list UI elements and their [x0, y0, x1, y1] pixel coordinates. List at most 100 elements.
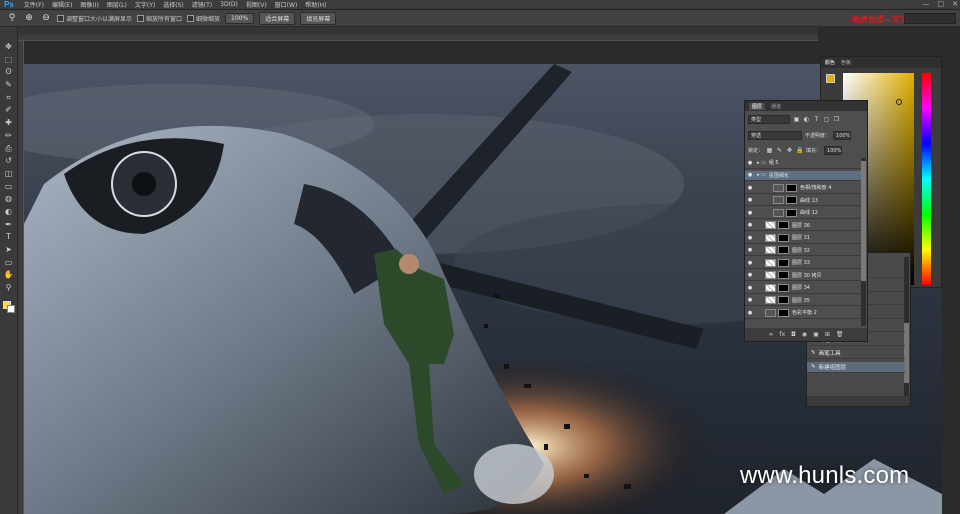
- scrubby-zoom-checkbox[interactable]: [187, 14, 195, 22]
- layer-row[interactable]: ● 图层 30 拷贝: [745, 271, 863, 281]
- hand-icon[interactable]: ✋: [2, 269, 16, 281]
- layer-row[interactable]: ● 色相/饱和度 4: [745, 183, 863, 194]
- layer-row[interactable]: ● 图层 31: [745, 233, 863, 244]
- close-button[interactable]: ✕: [952, 0, 958, 8]
- tab-channels[interactable]: 通道: [771, 103, 781, 110]
- visibility-eye-icon[interactable]: ●: [745, 247, 755, 253]
- visibility-eye-icon[interactable]: ●: [745, 222, 755, 228]
- color-picker-marker[interactable]: [896, 99, 902, 105]
- background-color-swatch[interactable]: [6, 304, 15, 313]
- menu-layer[interactable]: 图层(L): [103, 0, 131, 9]
- lock-position-icon[interactable]: ✥: [786, 147, 793, 154]
- layer-mask-thumbnail[interactable]: [786, 208, 797, 217]
- menu-filter[interactable]: 滤镜(T): [188, 0, 216, 9]
- visibility-eye-icon[interactable]: ●: [745, 235, 755, 241]
- path-select-icon[interactable]: ➤: [2, 244, 16, 256]
- layer-mask-thumbnail[interactable]: [778, 258, 789, 267]
- new-layer-icon[interactable]: ⊞: [825, 331, 830, 338]
- layer-row[interactable]: ● 图层 33: [745, 258, 863, 269]
- visibility-eye-icon[interactable]: ●: [745, 285, 755, 291]
- layer-row[interactable]: ● 曲线 12: [745, 208, 863, 219]
- gradient-icon[interactable]: ▭: [2, 181, 16, 193]
- blur-icon[interactable]: ◍: [2, 193, 16, 205]
- hue-slider[interactable]: [922, 73, 931, 285]
- minimize-button[interactable]: —: [923, 0, 930, 8]
- new-group-icon[interactable]: ▣: [813, 331, 819, 338]
- layer-row[interactable]: ● ▸ ▭ 组 5: [745, 158, 863, 169]
- layer-row[interactable]: ● 色彩平衡 2: [745, 308, 863, 319]
- workspace-select[interactable]: [904, 13, 956, 24]
- pen-icon[interactable]: ✒: [2, 219, 16, 231]
- folder-icon[interactable]: ▸ ▭: [757, 172, 766, 178]
- zoom-tool-icon[interactable]: ⚲: [6, 12, 18, 24]
- history-brush-icon[interactable]: ↺: [2, 155, 16, 167]
- maximize-button[interactable]: □: [938, 0, 945, 8]
- layer-mask-thumbnail[interactable]: [786, 196, 797, 205]
- shape-icon[interactable]: ▭: [2, 257, 16, 269]
- layer-mask-thumbnail[interactable]: [778, 233, 789, 242]
- layer-row[interactable]: ● 图层 36: [745, 221, 863, 231]
- layer-mask-thumbnail[interactable]: [778, 283, 789, 292]
- fit-screen-button[interactable]: 适合屏幕: [259, 11, 296, 25]
- filter-adjust-icon[interactable]: ◐: [803, 116, 810, 123]
- fill-screen-button[interactable]: 填充屏幕: [300, 11, 337, 25]
- foreground-swatch[interactable]: [826, 74, 835, 83]
- layer-row[interactable]: ● 图层 32: [745, 246, 863, 256]
- visibility-eye-icon[interactable]: ●: [745, 185, 755, 191]
- zoom-out-icon[interactable]: ⊖: [40, 12, 52, 24]
- tab-layers[interactable]: 图层: [749, 102, 766, 110]
- filter-smart-icon[interactable]: ❐: [833, 116, 840, 123]
- crop-icon[interactable]: ⌗: [2, 92, 16, 104]
- layer-mask-thumbnail[interactable]: [778, 246, 789, 255]
- tab-swatches[interactable]: 色板: [841, 59, 851, 66]
- filter-type-icon[interactable]: T: [813, 116, 820, 123]
- visibility-eye-icon[interactable]: ●: [745, 160, 755, 166]
- filter-pixel-icon[interactable]: ▣: [793, 116, 800, 123]
- layer-row[interactable]: ● ▸ ▭ 氛围细化: [745, 170, 863, 181]
- visibility-eye-icon[interactable]: ●: [745, 297, 755, 303]
- menu-type[interactable]: 文字(Y): [131, 0, 159, 9]
- menu-3d[interactable]: 3D(D): [216, 1, 242, 8]
- menu-image[interactable]: 图像(I): [76, 0, 102, 9]
- layer-row[interactable]: ● 图层 35: [745, 296, 863, 306]
- fx-icon[interactable]: fx: [780, 331, 786, 338]
- visibility-eye-icon[interactable]: ●: [745, 172, 755, 178]
- layer-row[interactable]: ● 曲线 13: [745, 196, 863, 206]
- brush-icon[interactable]: ✏: [2, 130, 16, 142]
- menu-edit[interactable]: 编辑(E): [48, 0, 76, 9]
- menu-window[interactable]: 窗口(W): [271, 0, 302, 9]
- zoom-100-button[interactable]: 100%: [225, 12, 255, 24]
- clone-stamp-icon[interactable]: ⎙: [2, 143, 16, 155]
- marquee-icon[interactable]: ⬚: [2, 54, 16, 66]
- menu-view[interactable]: 视图(V): [242, 0, 271, 9]
- layer-row[interactable]: ● 图层 34: [745, 283, 863, 294]
- eyedropper-icon[interactable]: ✐: [2, 104, 16, 116]
- visibility-eye-icon[interactable]: ●: [745, 260, 755, 266]
- move-icon[interactable]: ✥: [2, 41, 16, 53]
- adjustment-layer-icon[interactable]: ◉: [802, 331, 807, 338]
- layer-mask-thumbnail[interactable]: [778, 271, 789, 280]
- add-mask-icon[interactable]: ◘: [791, 331, 796, 338]
- history-item[interactable]: ✎ 新建组图层: [807, 361, 905, 373]
- lock-all-icon[interactable]: 🔒: [796, 147, 803, 154]
- zoom-in-icon[interactable]: ⊕: [23, 12, 35, 24]
- resize-windows-option[interactable]: 调整窗口大小以满屏显示: [57, 14, 132, 23]
- visibility-eye-icon[interactable]: ●: [745, 197, 755, 203]
- blend-mode-select[interactable]: 穿透: [748, 131, 802, 140]
- healing-icon[interactable]: ✚: [2, 117, 16, 129]
- layer-kind-filter[interactable]: 类型: [748, 115, 790, 124]
- resize-windows-checkbox[interactable]: [57, 14, 64, 22]
- menu-file[interactable]: 文件(F): [20, 0, 48, 9]
- opacity-input[interactable]: 100%: [833, 131, 852, 140]
- zoom-all-checkbox[interactable]: [137, 14, 145, 22]
- link-layers-icon[interactable]: ∞: [769, 331, 774, 338]
- layer-mask-thumbnail[interactable]: [778, 308, 789, 317]
- zoom-all-option[interactable]: 缩放所有窗口: [137, 14, 182, 23]
- document-tab[interactable]: [18, 27, 818, 35]
- lasso-icon[interactable]: ʘ: [2, 66, 16, 78]
- scrubby-zoom-option[interactable]: 细微缩放: [187, 14, 220, 23]
- lock-pixels-icon[interactable]: ✎: [776, 147, 783, 154]
- layer-mask-thumbnail[interactable]: [786, 183, 797, 192]
- visibility-eye-icon[interactable]: ●: [745, 310, 755, 316]
- type-icon[interactable]: T: [2, 231, 16, 243]
